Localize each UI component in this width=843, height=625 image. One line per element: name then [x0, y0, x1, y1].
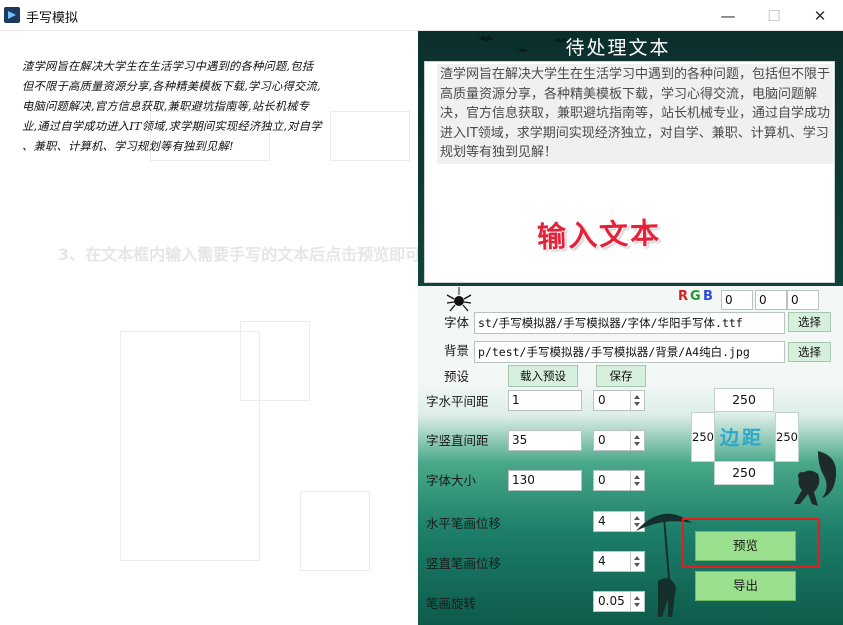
spinbox-value: 4 — [598, 554, 606, 568]
handwritten-line: 、兼职、计算机、学习规划等有独到见解! — [22, 140, 234, 153]
font-size-label: 字体大小 — [426, 473, 477, 488]
handwritten-text: 渣学网旨在解决大学生在生活学习中遇到的各种问题,包括 但不限于高质量资源分享,各… — [22, 57, 402, 157]
rgb-r-letter: R — [678, 289, 689, 304]
ghost-frame — [120, 331, 260, 561]
export-button[interactable]: 导出 — [695, 571, 796, 601]
spin-arrows[interactable] — [630, 431, 644, 450]
font-label: 字体 — [444, 315, 470, 330]
v-spacing-label: 字竖直间距 — [426, 433, 489, 448]
font-select-button[interactable]: 选择 — [788, 312, 831, 332]
preview-button[interactable]: 预览 — [695, 531, 796, 561]
handwriting-preview: 3、在文本框内输入需要手写的文本后点击预览即可查看效果 渣学网旨在解决大学生在生… — [0, 31, 418, 625]
section-title: 待处理文本 — [565, 37, 671, 59]
rgb-g-input[interactable]: 0 — [755, 290, 787, 310]
save-preset-button[interactable]: 保存 — [596, 365, 646, 387]
load-preset-button[interactable]: 载入预设 — [508, 365, 578, 387]
spinbox-value: 0 — [598, 473, 606, 487]
margin-top-input[interactable]: 250 — [714, 388, 774, 412]
spin-arrows[interactable] — [630, 391, 644, 410]
input-text[interactable]: 渣学网旨在解决大学生在生活学习中遇到的各种问题，包括但不限于高质量资源分享，各种… — [437, 64, 833, 164]
squirrel-decoration-icon — [794, 451, 837, 506]
rgb-r-input[interactable]: 0 — [721, 290, 753, 310]
spider-icon — [446, 287, 472, 312]
stroke-rotation-label: 笔画旋转 — [426, 596, 477, 611]
background-label: 背景 — [444, 343, 470, 358]
background-instruction: 3、在文本框内输入需要手写的文本后点击预览即可查看效果 — [58, 245, 418, 264]
background-path-field[interactable]: p/test/手写模拟器/手写模拟器/背景/A4纯白.jpg — [474, 341, 785, 363]
h-spacing-offset-spinbox[interactable]: 0 — [593, 390, 645, 411]
minimize-button[interactable]: — — [705, 0, 751, 31]
rgb-b-letter: B — [703, 289, 713, 304]
title-bar: 手写模拟 — ☐ ✕ — [0, 0, 843, 31]
handwritten-line: 但不限于高质量资源分享,各种精美模板下载,学习心得交流, — [22, 80, 321, 93]
text-input-area[interactable]: 渣学网旨在解决大学生在生活学习中遇到的各种问题，包括但不限于高质量资源分享，各种… — [424, 61, 835, 283]
spin-arrows[interactable] — [630, 471, 644, 490]
font-path-field[interactable]: st/手写模拟器/手写模拟器/字体/华阳手写体.ttf — [474, 312, 785, 334]
v-spacing-offset-spinbox[interactable]: 0 — [593, 430, 645, 451]
ghost-frame — [300, 491, 370, 571]
maximize-button[interactable]: ☐ — [751, 0, 797, 31]
input-hint-label: 输入文本 — [536, 215, 662, 255]
settings-panel: 待处理文本 渣学网旨在解决大学生在生活学习中遇到的各种问题，包括但不限于高质量资… — [418, 31, 843, 625]
window-title: 手写模拟 — [26, 11, 79, 26]
v-spacing-input[interactable]: 35 — [508, 430, 582, 451]
margin-left-input[interactable]: 250 — [691, 412, 715, 462]
h-stroke-label: 水平笔画位移 — [426, 516, 502, 531]
font-size-input[interactable]: 130 — [508, 470, 582, 491]
spinbox-value: 4 — [598, 514, 606, 528]
h-spacing-label: 字水平间距 — [426, 394, 489, 409]
rgb-g-letter: G — [690, 289, 701, 304]
font-size-offset-spinbox[interactable]: 0 — [593, 470, 645, 491]
app-icon — [4, 7, 20, 23]
spinbox-value: 0 — [598, 433, 606, 447]
spinbox-value: 0.05 — [598, 594, 625, 608]
background-select-button[interactable]: 选择 — [788, 342, 831, 362]
preset-label: 预设 — [444, 369, 470, 384]
ghost-frame — [240, 321, 310, 401]
margin-bottom-input[interactable]: 250 — [714, 461, 774, 485]
handwritten-line: 业,通过自学成功进入IT领域,求学期间实现经济独立,对自学 — [22, 120, 322, 133]
handwritten-line: 电脑问题解决,官方信息获取,兼职避坑指南等,站长机械专 — [22, 100, 310, 113]
close-button[interactable]: ✕ — [797, 0, 843, 31]
spinbox-value: 0 — [598, 393, 606, 407]
h-spacing-input[interactable]: 1 — [508, 390, 582, 411]
margin-label: 边距 — [720, 427, 765, 449]
rgb-b-input[interactable]: 0 — [787, 290, 819, 310]
handwritten-line: 渣学网旨在解决大学生在生活学习中遇到的各种问题,包括 — [22, 60, 314, 73]
v-stroke-label: 竖直笔画位移 — [426, 556, 502, 571]
